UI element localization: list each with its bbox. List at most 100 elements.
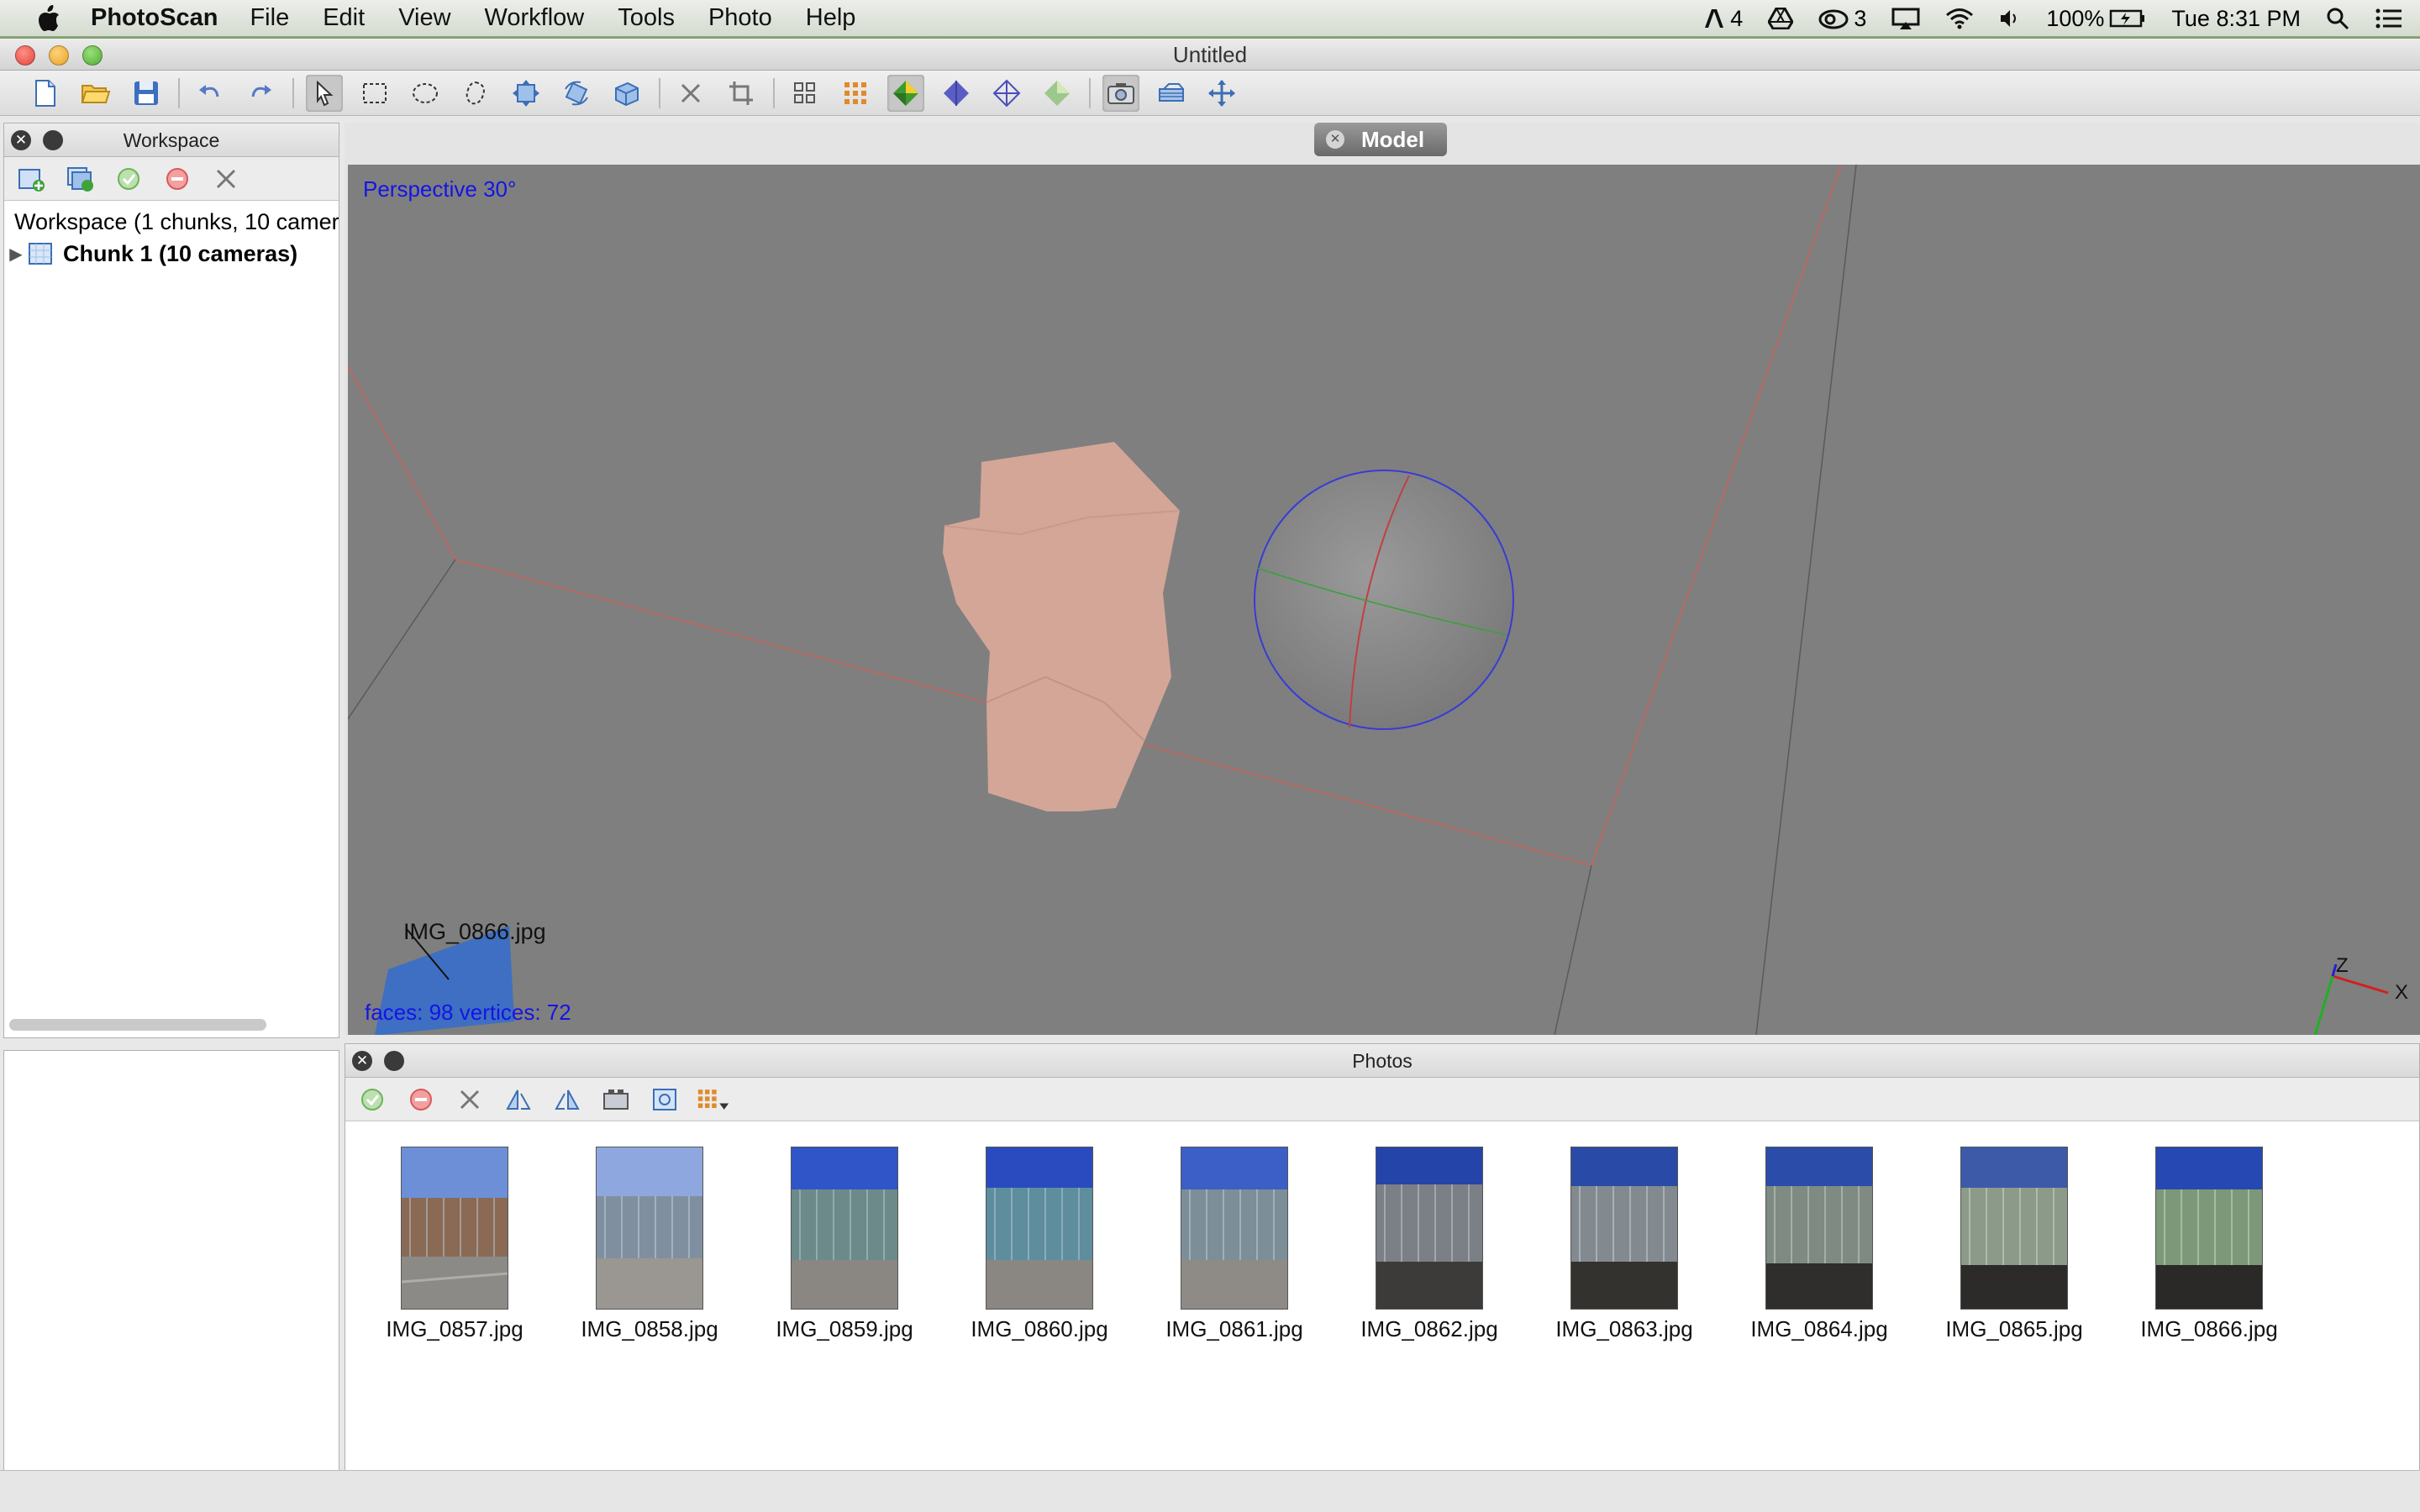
menu-help[interactable]: Help bbox=[806, 4, 856, 32]
show-region-icon[interactable] bbox=[1153, 75, 1190, 112]
expand-triangle-icon[interactable]: ▶ bbox=[4, 244, 28, 265]
navigation-pointer-icon[interactable] bbox=[306, 74, 343, 112]
save-project-icon[interactable] bbox=[128, 75, 165, 112]
camera-label: IMG_0866.jpg bbox=[403, 919, 546, 944]
axis-y-label: Y bbox=[2306, 1033, 2319, 1036]
redo-icon[interactable] bbox=[242, 75, 279, 112]
menu-tools[interactable]: Tools bbox=[618, 4, 675, 32]
battery-percent: 100% bbox=[2046, 5, 2105, 31]
workspace-root-node[interactable]: Workspace (1 chunks, 10 cameras) bbox=[4, 206, 339, 238]
photo-thumbnail[interactable]: IMG_0862.jpg bbox=[1332, 1147, 1527, 1342]
window-titlebar[interactable]: Untitled bbox=[0, 39, 2420, 71]
photo-thumbnail[interactable]: IMG_0863.jpg bbox=[1527, 1147, 1722, 1342]
photo-thumbnail[interactable]: IMG_0861.jpg bbox=[1137, 1147, 1332, 1342]
drive-tray-item[interactable] bbox=[1768, 8, 1794, 29]
enable-camera-icon[interactable] bbox=[355, 1083, 389, 1116]
window-minimize-button[interactable] bbox=[49, 45, 69, 66]
menu-view[interactable]: View bbox=[398, 4, 450, 32]
model-solid-icon[interactable] bbox=[938, 75, 975, 112]
rectangle-selection-icon[interactable] bbox=[356, 75, 393, 112]
projection-label: Perspective 30° bbox=[363, 176, 517, 202]
float-panel-icon[interactable] bbox=[43, 130, 63, 150]
remove-item-icon[interactable] bbox=[209, 162, 243, 196]
add-photos-icon[interactable] bbox=[63, 162, 97, 196]
spotlight-search-icon[interactable] bbox=[2326, 7, 2349, 30]
3d-viewport[interactable]: Perspective 30° IMG_0866.jpg faces: 98 v… bbox=[348, 165, 2420, 1035]
show-cameras-toggle-icon[interactable] bbox=[1102, 74, 1139, 112]
battery-icon bbox=[2110, 9, 2145, 28]
disable-camera-icon[interactable] bbox=[404, 1083, 438, 1116]
delete-selection-icon[interactable] bbox=[672, 75, 709, 112]
notification-center-icon[interactable] bbox=[2375, 8, 2403, 29]
photo-filename: IMG_0866.jpg bbox=[2140, 1316, 2278, 1341]
photo-thumbnail[interactable]: IMG_0858.jpg bbox=[552, 1147, 747, 1342]
menubar-clock[interactable]: Tue 8:31 PM bbox=[2171, 6, 2301, 32]
window-close-button[interactable] bbox=[15, 45, 35, 66]
volume-icon[interactable] bbox=[1999, 8, 2021, 29]
battery-tray-item[interactable]: 100% bbox=[2046, 6, 2146, 32]
remove-camera-icon[interactable] bbox=[453, 1083, 487, 1116]
crop-selection-icon[interactable] bbox=[723, 75, 760, 112]
photo-thumbnail[interactable]: IMG_0866.jpg bbox=[2112, 1147, 2307, 1342]
workspace-horizontal-scrollbar[interactable] bbox=[9, 1019, 266, 1031]
free-form-selection-icon[interactable] bbox=[457, 75, 494, 112]
creative-cloud-icon bbox=[1818, 9, 1849, 29]
reconstructed-mesh bbox=[943, 442, 1180, 811]
toolbar-separator bbox=[178, 77, 180, 108]
photo-image bbox=[1960, 1147, 2068, 1310]
close-panel-icon[interactable]: ✕ bbox=[11, 130, 31, 150]
rotate-object-icon[interactable] bbox=[558, 75, 595, 112]
menu-edit[interactable]: Edit bbox=[323, 4, 365, 32]
toolbar-separator bbox=[773, 77, 775, 108]
workspace-panel-header: ✕ Workspace bbox=[4, 123, 339, 157]
window-zoom-button[interactable] bbox=[82, 45, 103, 66]
close-tab-icon[interactable]: ✕ bbox=[1326, 130, 1344, 149]
creative-cloud-tray-item[interactable]: 3 bbox=[1818, 6, 1866, 32]
reset-view-icon[interactable] bbox=[1203, 75, 1240, 112]
menu-photo[interactable]: Photo bbox=[708, 4, 772, 32]
view-mode-dropdown-icon[interactable] bbox=[697, 1083, 730, 1116]
open-project-icon[interactable] bbox=[77, 75, 114, 112]
photo-thumbnail[interactable]: IMG_0865.jpg bbox=[1917, 1147, 2112, 1342]
adobe-tray-item[interactable]: 4 bbox=[1703, 6, 1743, 32]
photo-thumbnail[interactable]: IMG_0860.jpg bbox=[942, 1147, 1137, 1342]
trackball[interactable] bbox=[1254, 470, 1514, 730]
model-tab[interactable]: ✕ Model bbox=[1314, 123, 1447, 156]
airplay-icon[interactable] bbox=[1891, 8, 1920, 29]
move-object-icon[interactable] bbox=[508, 75, 544, 112]
workspace-tree: Workspace (1 chunks, 10 cameras) ▶ Chunk… bbox=[4, 201, 339, 270]
photo-thumbnail[interactable]: IMG_0859.jpg bbox=[747, 1147, 942, 1342]
resize-region-icon[interactable] bbox=[608, 75, 645, 112]
rotate-right-icon[interactable] bbox=[550, 1083, 584, 1116]
menu-workflow[interactable]: Workflow bbox=[485, 4, 585, 32]
apple-icon[interactable] bbox=[32, 2, 66, 35]
rotate-left-icon[interactable] bbox=[502, 1083, 535, 1116]
photo-image bbox=[1765, 1147, 1873, 1310]
close-panel-icon[interactable]: ✕ bbox=[352, 1051, 372, 1071]
undo-icon[interactable] bbox=[192, 75, 229, 112]
camera-calibration-icon[interactable] bbox=[599, 1083, 633, 1116]
float-panel-icon[interactable] bbox=[384, 1051, 404, 1071]
photo-filename: IMG_0859.jpg bbox=[776, 1316, 913, 1341]
circle-selection-icon[interactable] bbox=[407, 75, 444, 112]
show-cameras-icon[interactable] bbox=[786, 75, 823, 112]
disable-item-icon[interactable] bbox=[160, 162, 194, 196]
reset-camera-icon[interactable] bbox=[648, 1083, 681, 1116]
photo-thumbnail[interactable]: IMG_0857.jpg bbox=[357, 1147, 552, 1342]
add-chunk-icon[interactable] bbox=[14, 162, 48, 196]
wifi-icon[interactable] bbox=[1945, 8, 1974, 29]
model-wireframe-icon[interactable] bbox=[988, 75, 1025, 112]
menu-file[interactable]: File bbox=[250, 4, 289, 32]
main-toolbar bbox=[0, 71, 2420, 116]
show-points-icon[interactable] bbox=[837, 75, 874, 112]
chunk-node[interactable]: ▶ Chunk 1 (10 cameras) bbox=[4, 238, 339, 270]
system-menubar: PhotoScan File Edit View Workflow Tools … bbox=[0, 0, 2420, 37]
photo-filename: IMG_0861.jpg bbox=[1165, 1316, 1303, 1341]
new-project-icon[interactable] bbox=[27, 75, 64, 112]
model-textured-icon[interactable] bbox=[1039, 75, 1076, 112]
model-shaded-icon[interactable] bbox=[887, 74, 924, 112]
axis-z-label: Z bbox=[2336, 954, 2349, 977]
enable-item-icon[interactable] bbox=[112, 162, 145, 196]
menu-app-name[interactable]: PhotoScan bbox=[91, 4, 218, 32]
photo-thumbnail[interactable]: IMG_0864.jpg bbox=[1722, 1147, 1917, 1342]
